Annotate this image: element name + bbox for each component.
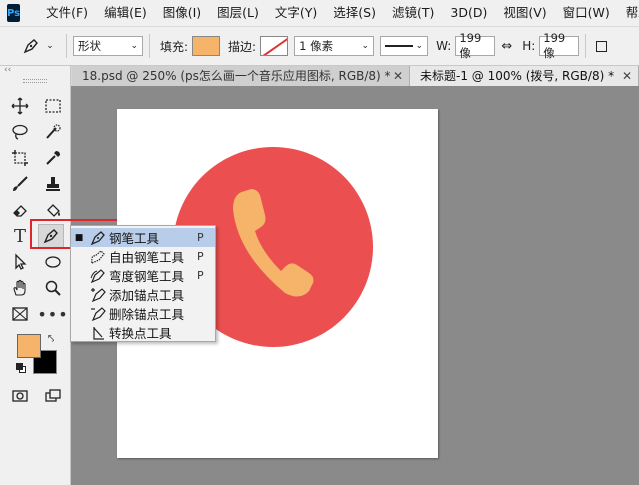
crop-tool-icon[interactable] (7, 146, 33, 170)
phone-handset-icon (233, 189, 314, 297)
hand-tool-icon[interactable] (7, 276, 33, 300)
path-selection-tool-icon[interactable] (7, 250, 33, 274)
mode-select[interactable]: 形状 ⌄ (73, 36, 143, 56)
fill-swatch[interactable] (192, 36, 221, 56)
fill-label: 填充: (160, 39, 189, 54)
tab-label: 未标题-1 @ 100% (拨号, RGB/8) * (420, 69, 615, 83)
flyout-item-label: 弯度钢笔工具 (109, 269, 185, 284)
photoshop-logo: Ps (7, 4, 21, 22)
menu-bar: Ps 文件(F) 编辑(E) 图像(I) 图层(L) 文字(Y) 选择(S) 滤… (0, 0, 639, 26)
menu-view[interactable]: 视图(V) (495, 0, 554, 26)
line-style-icon (385, 45, 414, 47)
menu-filter[interactable]: 滤镜(T) (384, 0, 442, 26)
document-tabs: 18.psd @ 250% (ps怎么画一个音乐应用图标, RGB/8) * ✕… (0, 66, 639, 86)
link-icon[interactable]: ⇔ (501, 39, 512, 54)
flyout-item-label: 转换点工具 (109, 326, 172, 341)
more-tools-icon[interactable]: ••• (37, 302, 67, 326)
add-anchor-icon (87, 287, 109, 303)
close-icon[interactable]: ✕ (393, 66, 403, 86)
tab-label: 18.psd @ 250% (ps怎么画一个音乐应用图标, RGB/8) * (82, 69, 391, 83)
stroke-width-select[interactable]: 1 像素 ⌄ (294, 36, 375, 56)
freeform-pen-icon (87, 249, 109, 265)
curvature-pen-icon (87, 268, 109, 284)
stamp-tool-icon[interactable] (40, 172, 66, 196)
options-bar: ⌄ 形状 ⌄ 填充: 描边: 1 像素 ⌄ ⌄ W: 199 像 ⇔ H: 19… (0, 26, 639, 66)
flyout-item-delete-anchor[interactable]: 删除锚点工具 (71, 304, 215, 323)
tools-panel: ‹‹ T ••• ⤣ (0, 66, 71, 485)
height-label: H: (522, 39, 536, 53)
flyout-item-shortcut: P (197, 231, 204, 244)
delete-anchor-icon (87, 306, 109, 322)
chevron-down-icon: ⌄ (415, 41, 424, 51)
pen-tool-flyout: ■ 钢笔工具 P 自由钢笔工具 P 弯度钢笔工具 P 添加锚点工具 删除锚点工具… (70, 225, 216, 342)
menu-edit[interactable]: 编辑(E) (96, 0, 155, 26)
phone-handset-shape (233, 189, 314, 297)
default-colors-icon[interactable] (16, 363, 26, 373)
separator (66, 34, 67, 58)
swap-colors-icon[interactable]: ⤣ (48, 332, 54, 346)
flyout-item-label: 钢笔工具 (109, 231, 160, 246)
menu-select[interactable]: 选择(S) (325, 0, 384, 26)
pen-icon (87, 230, 109, 246)
path-operations-icon[interactable] (596, 40, 608, 52)
flyout-item-label: 删除锚点工具 (109, 307, 185, 322)
flyout-item-pen[interactable]: ■ 钢笔工具 P (71, 228, 215, 247)
marquee-tool-icon[interactable] (40, 94, 66, 118)
stroke-swatch[interactable] (260, 36, 289, 56)
tool-preset-picker[interactable]: ⌄ (16, 32, 60, 60)
tab-18psd[interactable]: 18.psd @ 250% (ps怎么画一个音乐应用图标, RGB/8) * ✕ (72, 66, 410, 86)
width-label: W: (436, 39, 452, 53)
height-input[interactable]: 199 像 (539, 31, 580, 60)
stroke-width-value: 1 像素 (299, 39, 334, 53)
lasso-tool-icon[interactable] (7, 120, 33, 144)
menu-file[interactable]: 文件(F) (38, 0, 96, 26)
menu-3d[interactable]: 3D(D) (442, 0, 495, 26)
frame-tool-icon[interactable] (7, 302, 33, 326)
stroke-label: 描边: (228, 39, 257, 54)
flyout-item-convert-point[interactable]: 转换点工具 (71, 323, 215, 342)
flyout-item-freeform-pen[interactable]: 自由钢笔工具 P (71, 247, 215, 266)
flyout-item-shortcut: P (197, 250, 204, 263)
panel-grip[interactable] (0, 76, 70, 86)
menu-layer[interactable]: 图层(L) (209, 0, 267, 26)
ellipse-tool-icon[interactable] (40, 250, 66, 274)
move-tool-icon[interactable] (7, 94, 33, 118)
zoom-tool-icon[interactable] (40, 276, 66, 300)
menu-window[interactable]: 窗口(W) (555, 0, 618, 26)
flyout-item-add-anchor[interactable]: 添加锚点工具 (71, 285, 215, 304)
flyout-item-curvature-pen[interactable]: 弯度钢笔工具 P (71, 266, 215, 285)
chevron-down-icon: ⌄ (130, 41, 138, 51)
flyout-item-label: 自由钢笔工具 (109, 250, 185, 265)
stroke-type-select[interactable]: ⌄ (380, 36, 429, 56)
screen-mode-icon[interactable] (40, 384, 66, 408)
menu-help[interactable]: 帮助(H) (618, 0, 639, 26)
close-icon[interactable]: ✕ (622, 66, 632, 86)
quick-selection-tool-icon[interactable] (40, 120, 66, 144)
tab-untitled-1[interactable]: 未标题-1 @ 100% (拨号, RGB/8) * ✕ (410, 66, 639, 86)
flyout-item-label: 添加锚点工具 (109, 288, 185, 303)
mode-value: 形状 (78, 39, 101, 53)
menu-image[interactable]: 图像(I) (155, 0, 209, 26)
collapse-panel-icon[interactable]: ‹‹ (0, 66, 70, 76)
brush-tool-icon[interactable] (7, 172, 33, 196)
chevron-down-icon: ⌄ (361, 41, 370, 51)
quick-mask-icon[interactable] (7, 384, 33, 408)
chevron-down-icon: ⌄ (46, 41, 54, 51)
flyout-item-shortcut: P (197, 269, 204, 282)
eyedropper-tool-icon[interactable] (40, 146, 66, 170)
menu-type[interactable]: 文字(Y) (267, 0, 325, 26)
width-input[interactable]: 199 像 (455, 31, 496, 60)
selected-bullet-icon: ■ (74, 232, 84, 243)
separator (585, 34, 587, 58)
pen-icon (23, 39, 39, 54)
separator (149, 34, 150, 58)
convert-point-icon (87, 325, 109, 341)
foreground-color-swatch[interactable] (17, 334, 41, 358)
